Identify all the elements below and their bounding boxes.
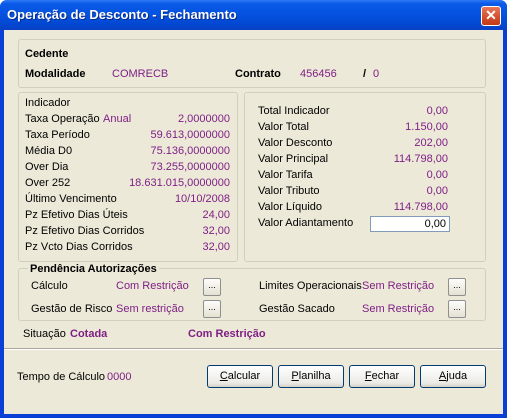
gestao-risco-label: Gestão de Risco [31,303,113,315]
ellipsis-icon: ... [453,280,461,290]
calcular-mnemonic: C [219,370,228,382]
situacao-value: Cotada [70,328,108,340]
valores-row-label: Total Indicador [258,105,330,117]
ajuda-label-rest: juda [446,370,468,382]
contrato-suffix: 0 [373,68,380,80]
gestao-sacado-details-button[interactable]: ... [448,300,466,318]
indicador-row-label: Taxa Período [25,129,90,141]
close-icon: ✕ [485,7,497,23]
planilha-mnemonic: P [291,370,299,382]
indicador-row-label: Pz Efetivo Dias Úteis [25,209,128,221]
indicador-row-value: 32,00 [202,225,230,237]
calculo-details-button[interactable]: ... [203,278,221,296]
fechar-mnemonic: F [364,370,372,382]
close-button[interactable]: ✕ [481,6,501,26]
calculo-label: Cálculo [31,280,68,292]
contrato-label: Contrato [235,68,281,80]
valores-row-value: 0,00 [426,105,448,117]
ellipsis-icon: ... [208,280,216,290]
indicador-row-value: 18.631.015,0000000 [129,177,230,189]
indicador-row-value: 75.136,0000000 [150,145,230,157]
valores-row-value: 114.798,00 [393,153,448,165]
tempo-calculo-value: 0000 [107,371,132,383]
tempo-calculo-label: Tempo de Cálculo [17,371,106,383]
window-title: Operação de Desconto - Fechamento [7,7,237,22]
title-bar[interactable]: Operação de Desconto - Fechamento ✕ [0,0,507,30]
taxa-operacao-value: 2,0000000 [178,113,230,125]
valores-row-value: 0,00 [426,185,448,197]
adiantamento-input[interactable]: 0,00 [370,216,450,232]
situacao-status: Com Restrição [188,328,266,340]
gestao-risco-details-button[interactable]: ... [203,300,221,318]
dialog-client-area: Cedente Modalidade COMRECB Contrato 4564… [4,30,503,414]
planilha-label-rest: lanilha [298,370,331,382]
valores-row-value: 1.150,00 [405,121,448,133]
valores-row-label: Valor Líquido [258,201,323,213]
valores-row-label: Valor Total [258,121,309,133]
limites-label: Limites Operacionais [259,280,362,292]
gestao-sacado-value: Sem Restrição [362,303,435,315]
contrato-separator: / [363,68,367,80]
valores-row-label: Valor Principal [258,153,329,165]
valores-row-value: 0,00 [426,169,448,181]
gestao-risco-value: Sem restrição [116,303,184,315]
taxa-operacao-label: Taxa Operação [25,113,100,125]
limites-details-button[interactable]: ... [448,278,466,296]
situacao-label: Situação [23,328,66,340]
indicador-row-label: Média D0 [25,145,73,157]
indicador-row-value: 32,00 [202,241,230,253]
ajuda-button[interactable]: Ajuda [420,365,486,388]
modalidade-label: Modalidade [25,68,86,80]
valores-row-label: Valor Desconto [258,137,333,149]
footer-divider [4,348,503,350]
indicador-row-label: Over Dia [25,161,69,173]
indicador-row-value: 59.613,0000000 [150,129,230,141]
adiantamento-label: Valor Adiantamento [258,217,354,229]
calculo-value: Com Restrição [116,280,189,292]
indicador-row-value: 10/10/2008 [174,193,230,205]
taxa-operacao-period: Anual [103,113,132,125]
calcular-label-rest: alcular [227,370,261,382]
contrato-value: 456456 [300,68,337,80]
ellipsis-icon: ... [208,302,216,312]
calcular-button[interactable]: Calcular [207,365,273,388]
dialog-window: Operação de Desconto - Fechamento ✕ Cede… [0,0,507,418]
indicador-row-label: Último Vencimento [25,193,117,205]
pendencia-title: Pendência Autorizações [28,263,159,275]
modalidade-value: COMRECB [112,68,169,80]
indicador-title: Indicador [25,97,71,109]
valores-row-value: 114.798,00 [393,201,448,213]
cedente-group [18,39,486,88]
fechar-button[interactable]: Fechar [349,365,415,388]
indicador-row-label: Over 252 [25,177,71,189]
valores-row-label: Valor Tributo [258,185,320,197]
valores-row-value: 202,00 [414,137,448,149]
limites-value: Sem Restrição [362,280,435,292]
planilha-button[interactable]: Planilha [278,365,344,388]
cedente-label: Cedente [25,48,69,60]
valores-row-label: Valor Tarifa [258,169,313,181]
fechar-label-rest: echar [371,370,400,382]
ellipsis-icon: ... [453,302,461,312]
indicador-row-value: 24,00 [202,209,230,221]
indicador-row-value: 73.255,0000000 [150,161,230,173]
gestao-sacado-label: Gestão Sacado [259,303,335,315]
